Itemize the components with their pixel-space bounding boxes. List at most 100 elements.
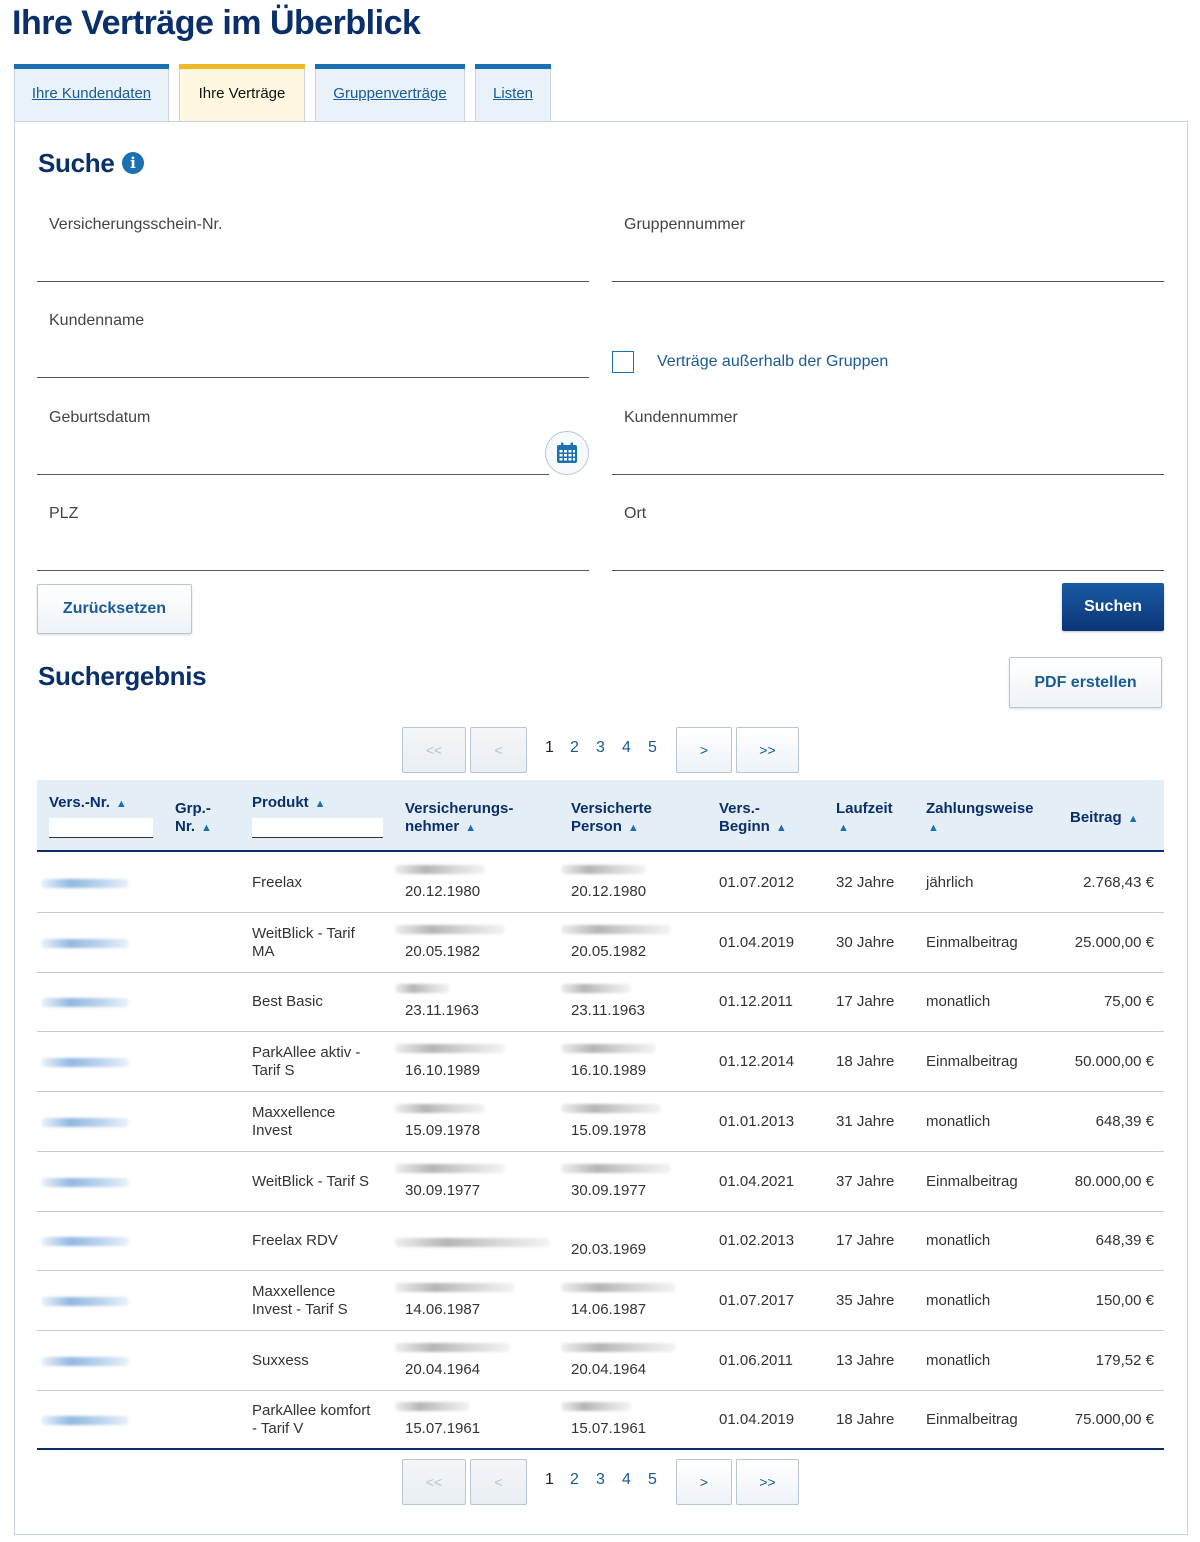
produkt-line-1: Suxxess [252,1351,309,1369]
beginn-cell: 01.04.2019 [719,1411,795,1429]
outside-groups-label[interactable]: Verträge außerhalb der Gruppen [657,353,888,371]
customer-name-label: Kundenname [49,312,145,329]
vn-name-redacted [395,984,450,994]
table-row: Freelax 20.12.1980 20.12.1980 01.07.2012… [37,853,1164,913]
tab-vertraege[interactable]: Ihre Verträge [179,64,305,122]
vers-nr-link[interactable] [41,1177,129,1187]
info-icon[interactable]: i [122,152,144,174]
zahlweise-cell: Einmalbeitrag [926,1411,1018,1429]
beitrag-cell: 648,39 € [1095,1112,1154,1130]
pager-next-button[interactable]: > [676,727,732,773]
tab-listen[interactable]: Listen [475,64,551,122]
birth-date-field: Geburtsdatum [37,397,549,475]
col-laufzeit[interactable]: Laufzeit ▲︎ [836,800,893,837]
vn-name-redacted [395,1103,485,1113]
search-button[interactable]: Suchen [1062,583,1164,631]
customer-name-input[interactable] [47,345,579,373]
city-field: Ort [612,493,1164,571]
pager-page-5[interactable]: 5 [648,1471,657,1489]
vers-nr-link[interactable] [41,938,129,948]
vn-name-redacted [395,1044,505,1054]
col-vers-nr[interactable]: Vers.-Nr. ▲︎ [49,794,127,813]
pager-page-4[interactable]: 4 [622,1471,631,1489]
vn-birthdate: 23.11.1963 [405,1002,479,1020]
vp-name-redacted [561,1342,676,1352]
beginn-cell: 01.07.2012 [719,874,795,891]
col-zahlungsweise[interactable]: Zahlungsweise ▲︎ [926,800,1034,837]
tab-kundendaten[interactable]: Ihre Kundendaten [14,64,169,122]
pagination-top: << < 1 2 3 4 5 > >> [0,727,1200,773]
vn-birthdate: 15.07.1961 [405,1420,481,1438]
vp-name-redacted [561,1282,676,1292]
pager-page-1[interactable]: 1 [545,739,554,757]
laufzeit-cell: 37 Jahre [836,1172,895,1190]
pager-prev-button[interactable]: < [470,1459,527,1505]
tab-gruppenvertraege[interactable]: Gruppenverträge [315,64,465,122]
vp-birthdate: 30.09.1977 [571,1181,647,1199]
col-produkt[interactable]: Produkt ▲︎ [252,794,326,813]
col-beitrag[interactable]: Beitrag ▲︎ [1070,809,1139,828]
group-number-input[interactable] [622,249,1154,277]
col-versicherte-person[interactable]: Versicherte Person ▲︎ [571,800,652,837]
vp-name-redacted [561,924,671,934]
vers-nr-link[interactable] [41,1237,129,1247]
vers-nr-link[interactable] [41,1296,129,1306]
vers-nr-link[interactable] [41,879,129,888]
reset-button[interactable]: Zurücksetzen [37,584,192,634]
pager-page-3[interactable]: 3 [596,739,605,757]
col-zahlweise-label: Zahlungsweise [926,800,1034,817]
vp-birthdate: 20.03.1969 [571,1241,647,1259]
pdf-button[interactable]: PDF erstellen [1009,657,1162,708]
col-grp-nr[interactable]: Grp.- Nr. ▲︎ [175,800,212,837]
sort-icon: ▲︎ [201,822,212,834]
produkt-line-2: MA [252,942,275,960]
results-title: Suchergebnis [38,661,207,691]
laufzeit-cell: 31 Jahre [836,1112,895,1130]
policy-number-field: Versicherungsschein-Nr. [37,204,589,282]
pager-next-button[interactable]: > [676,1459,732,1505]
beitrag-cell: 80.000,00 € [1074,1172,1154,1190]
vers-nr-link[interactable] [41,1117,129,1127]
pager-page-5[interactable]: 5 [648,739,657,757]
pager-prev-button[interactable]: < [470,727,527,773]
col-versicherungsnehmer[interactable]: Versicherungs-nehmer ▲︎ [405,800,513,837]
laufzeit-cell: 17 Jahre [836,1232,895,1250]
customer-number-input[interactable] [622,442,1154,470]
pager-page-2[interactable]: 2 [570,739,579,757]
pager-last-button[interactable]: >> [736,727,799,773]
birth-date-input[interactable] [47,442,539,470]
beginn-cell: 01.04.2021 [719,1172,795,1190]
beginn-cell: 01.07.2017 [719,1291,795,1309]
pager-page-1[interactable]: 1 [545,1471,554,1489]
laufzeit-cell: 17 Jahre [836,993,895,1011]
sort-icon: ▲︎ [838,822,849,834]
vers-nr-link[interactable] [41,1356,129,1366]
produkt-filter-input[interactable] [252,818,383,838]
pagination-bottom: << < 1 2 3 4 5 > >> [0,1459,1200,1505]
pager-last-button[interactable]: >> [736,1459,799,1505]
vp-name-redacted [561,1044,656,1054]
col-vers-beginn[interactable]: Vers.- Beginn ▲︎ [719,800,787,837]
vers-nr-link[interactable] [41,998,129,1008]
vp-birthdate: 20.12.1980 [571,883,647,900]
beitrag-cell: 50.000,00 € [1074,1053,1154,1071]
vp-birthdate: 16.10.1989 [571,1062,647,1080]
pager-page-4[interactable]: 4 [622,739,631,757]
pager-page-3[interactable]: 3 [596,1471,605,1489]
beginn-cell: 01.12.2014 [719,1053,795,1071]
vers-nr-filter-input[interactable] [49,818,153,838]
laufzeit-cell: 35 Jahre [836,1291,895,1309]
vers-nr-link[interactable] [41,1058,129,1068]
city-input[interactable] [622,538,1154,566]
vn-birthdate: 20.04.1964 [405,1360,481,1378]
pager-first-button[interactable]: << [402,727,466,773]
calendar-button[interactable] [545,431,589,475]
outside-groups-checkbox[interactable] [612,351,634,373]
pager-first-button[interactable]: << [402,1459,466,1505]
vp-birthdate: 20.05.1982 [571,942,647,960]
zip-input[interactable] [47,538,579,566]
table-row: WeitBlick - Tarif MA 20.05.1982 20.05.198… [37,913,1164,973]
policy-number-input[interactable] [47,249,579,277]
pager-page-2[interactable]: 2 [570,1471,579,1489]
vers-nr-link[interactable] [41,1416,129,1426]
